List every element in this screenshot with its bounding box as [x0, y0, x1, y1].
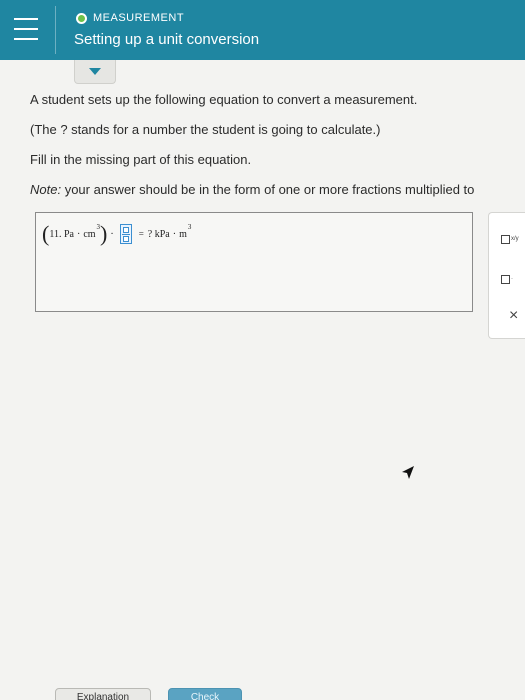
topic-label: MEASUREMENT: [76, 12, 184, 24]
mouse-cursor-icon: [402, 466, 414, 479]
menu-bar: [14, 38, 38, 40]
result-unit-2: m: [179, 228, 187, 240]
triangle-down-icon: [89, 68, 101, 75]
check-button[interactable]: Check: [168, 688, 242, 700]
header-divider: [55, 6, 56, 54]
fraction-bar: [121, 233, 130, 235]
hamburger-menu-icon[interactable]: [14, 18, 38, 40]
menu-bar: [14, 28, 38, 30]
page-title: Setting up a unit conversion: [74, 31, 260, 48]
equation-multiply-dot: ·: [110, 228, 114, 240]
multiply-tool-label: ·: [511, 276, 513, 282]
equation-unit-1: Pa: [63, 228, 74, 240]
top-header: MEASUREMENT Setting up a unit conversion: [0, 0, 525, 60]
math-toolbox: x/y · ×: [488, 212, 525, 339]
note-text: your answer should be in the form of one…: [61, 182, 475, 197]
fraction-box-icon: [501, 234, 510, 244]
note-label: Note:: [30, 182, 62, 197]
conversion-equation: ( 11. Pa · cm 3 ) · = ? kPa · m 3: [42, 223, 191, 245]
fraction-input[interactable]: [119, 224, 132, 244]
numerator-input[interactable]: [122, 226, 129, 233]
answer-area[interactable]: ( 11. Pa · cm 3 ) · = ? kPa · m 3: [35, 212, 473, 312]
topic-text: MEASUREMENT: [93, 12, 185, 24]
multiply-tool-button[interactable]: ·: [501, 271, 523, 287]
result-unit-1: kPa: [154, 228, 170, 240]
equation-dot: ·: [76, 228, 81, 240]
expand-dropdown-button[interactable]: [74, 60, 116, 84]
explanation-button[interactable]: Explanation: [55, 688, 151, 700]
left-paren: (: [42, 221, 50, 246]
denominator-input[interactable]: [122, 235, 129, 242]
topic-status-icon: [76, 12, 87, 24]
result-dot: ·: [172, 228, 177, 240]
equation-value: 11.: [49, 228, 62, 240]
question-note: Note: your answer should be in the form …: [30, 182, 474, 197]
fraction-tool-label: x/y: [511, 236, 519, 242]
fraction-tool-button[interactable]: x/y: [501, 231, 523, 247]
equation-unit-2: cm: [83, 228, 96, 240]
question-line-3: Fill in the missing part of this equatio…: [30, 152, 252, 167]
equals-sign: =: [138, 229, 144, 239]
menu-bar: [14, 18, 38, 20]
right-paren: ): [100, 221, 108, 246]
question-line-1: A student sets up the following equation…: [30, 92, 418, 107]
unknown-value: ?: [147, 228, 153, 240]
multiply-box-icon: [501, 274, 510, 284]
result-exponent: 3: [187, 223, 192, 231]
clear-button[interactable]: ×: [509, 307, 518, 325]
equation-exponent: 3: [96, 223, 101, 231]
question-line-2: (The ? stands for a number the student i…: [30, 122, 381, 137]
